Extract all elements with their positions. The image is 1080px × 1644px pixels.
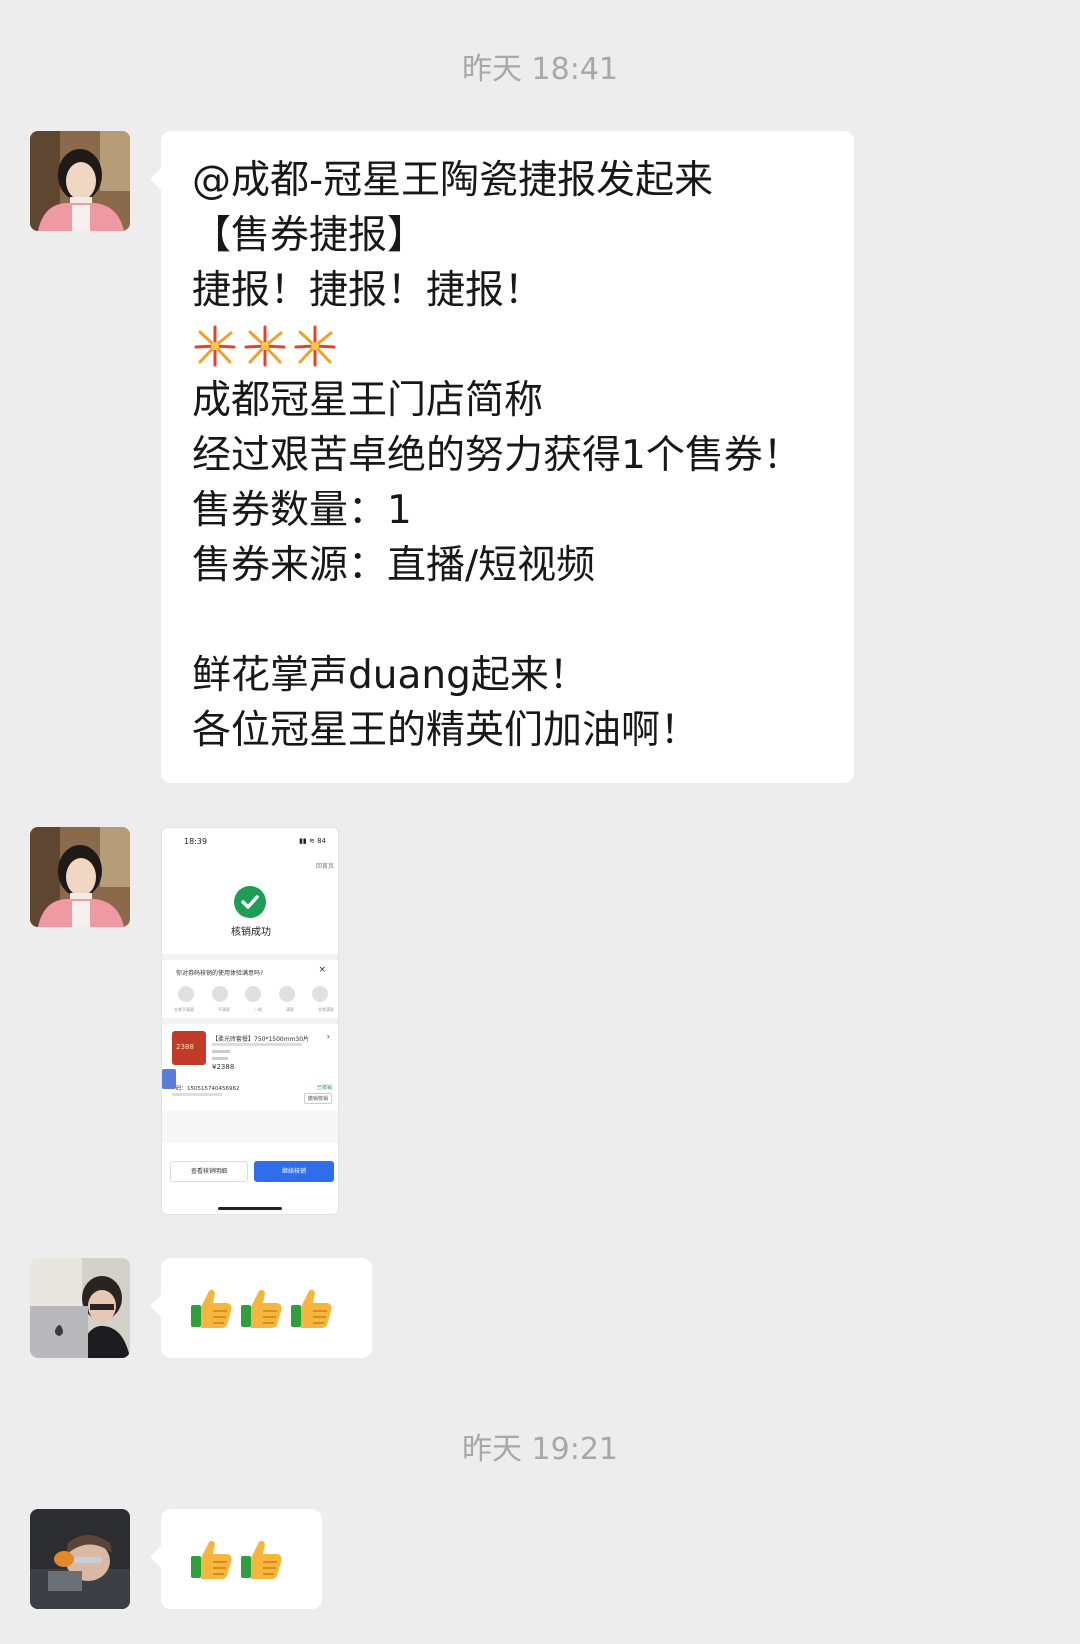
rating-label: 一般 bbox=[254, 1007, 262, 1012]
timestamp-divider: 昨天 19:21 bbox=[462, 1432, 618, 1467]
message-line: 鲜花掌声duang起来！ bbox=[192, 653, 588, 698]
message-line: 售券来源：直播/短视频 bbox=[192, 543, 596, 588]
success-check-icon bbox=[234, 886, 266, 918]
face-icon bbox=[211, 986, 228, 1002]
face-icon bbox=[245, 986, 261, 1002]
floating-widget-icon bbox=[162, 1069, 176, 1089]
avatar-photo bbox=[30, 1258, 130, 1358]
rating-label: 非常满意 bbox=[318, 1007, 334, 1012]
rating-label: 不满意 bbox=[218, 1007, 230, 1012]
message-line: 成都冠星王门店简称 bbox=[192, 378, 544, 423]
chevron-right-icon: › bbox=[326, 1032, 330, 1041]
thumbs-up-icon bbox=[241, 1289, 282, 1328]
face-icon bbox=[312, 986, 328, 1002]
thumbs-up-icon bbox=[191, 1289, 232, 1328]
product-price: ¥2388 bbox=[212, 1063, 235, 1071]
timestamp-divider: 昨天 18:41 bbox=[462, 52, 618, 87]
message-line-blank bbox=[192, 593, 824, 648]
thumbs-up-icon bbox=[191, 1540, 232, 1579]
view-details-button: 查看核销明细 bbox=[170, 1161, 248, 1182]
survey-question: 你对券码核销的使用体验满意吗? bbox=[176, 970, 264, 977]
message-line: @成都-冠星王陶瓷捷报发起来 bbox=[192, 158, 714, 203]
voucher-note bbox=[172, 1093, 222, 1096]
avatar-photo bbox=[30, 827, 130, 927]
fireworks-icon bbox=[244, 325, 286, 366]
cancel-verification-button: 撤销核销 bbox=[303, 1093, 332, 1104]
avatar[interactable] bbox=[30, 1258, 130, 1358]
product-qty bbox=[212, 1050, 230, 1053]
message-bubble-emoji[interactable] bbox=[150, 1258, 372, 1358]
rating-label: 非常不满意 bbox=[174, 1007, 194, 1012]
avatar-photo bbox=[30, 1509, 130, 1609]
avatar-photo bbox=[30, 131, 130, 231]
rating-label: 满意 bbox=[286, 1007, 294, 1012]
home-link: 回首页 bbox=[315, 863, 334, 870]
image-message[interactable]: 18:39 ▮▮ ≋ 84 回首页 核销成功 你对券码核销的使用体验满意吗? ×… bbox=[161, 827, 339, 1215]
fireworks-icon bbox=[294, 325, 336, 366]
home-indicator bbox=[218, 1207, 282, 1210]
divider bbox=[162, 1111, 338, 1143]
voucher-status: 已核销 bbox=[316, 1085, 332, 1091]
status-icons: ▮▮ ≋ 84 bbox=[299, 837, 326, 845]
message-line: 捷报！捷报！捷报！ bbox=[192, 268, 544, 313]
product-note bbox=[212, 1057, 228, 1060]
message-bubble-emoji[interactable] bbox=[150, 1509, 322, 1609]
voucher-code: 码：1505157404569​62 bbox=[176, 1086, 240, 1092]
rating-faces bbox=[178, 986, 328, 1002]
message-line: 【售券捷报】 bbox=[192, 213, 427, 258]
message-bubble-text[interactable]: @成都-冠星王陶瓷捷报发起来 【售券捷报】 捷报！捷报！捷报！ 成都冠星王门店简… bbox=[150, 131, 854, 783]
product-title: 【柔光砖套餐】750*1500mm30片 bbox=[212, 1036, 310, 1043]
product-spec bbox=[212, 1043, 302, 1046]
divider bbox=[162, 1018, 338, 1024]
avatar[interactable] bbox=[30, 1509, 130, 1609]
status-time: 18:39 bbox=[184, 837, 208, 846]
close-icon: × bbox=[318, 965, 326, 975]
message-line: 售券数量：1 bbox=[192, 488, 412, 533]
fireworks-emoji-row bbox=[192, 318, 824, 373]
fireworks-icon bbox=[194, 325, 236, 366]
message-line: 各位冠星王的精英们加油啊！ bbox=[192, 708, 700, 753]
continue-verify-button: 继续核销 bbox=[254, 1161, 334, 1182]
thumbs-up-icon bbox=[291, 1289, 332, 1328]
product-thumbnail: 2388 bbox=[172, 1031, 206, 1065]
avatar[interactable] bbox=[30, 131, 130, 231]
rating-labels: 非常不满意 不满意 一般 满意 非常满意 bbox=[174, 1007, 334, 1013]
product-badge: 2388 bbox=[176, 1043, 194, 1051]
divider bbox=[162, 954, 338, 960]
face-icon bbox=[178, 986, 194, 1002]
face-icon bbox=[278, 986, 295, 1002]
thumbs-up-icon bbox=[241, 1540, 282, 1579]
message-line: 经过艰苦卓绝的努力获得1个售券！ bbox=[192, 433, 802, 478]
avatar[interactable] bbox=[30, 827, 130, 927]
success-text: 核销成功 bbox=[231, 927, 271, 938]
